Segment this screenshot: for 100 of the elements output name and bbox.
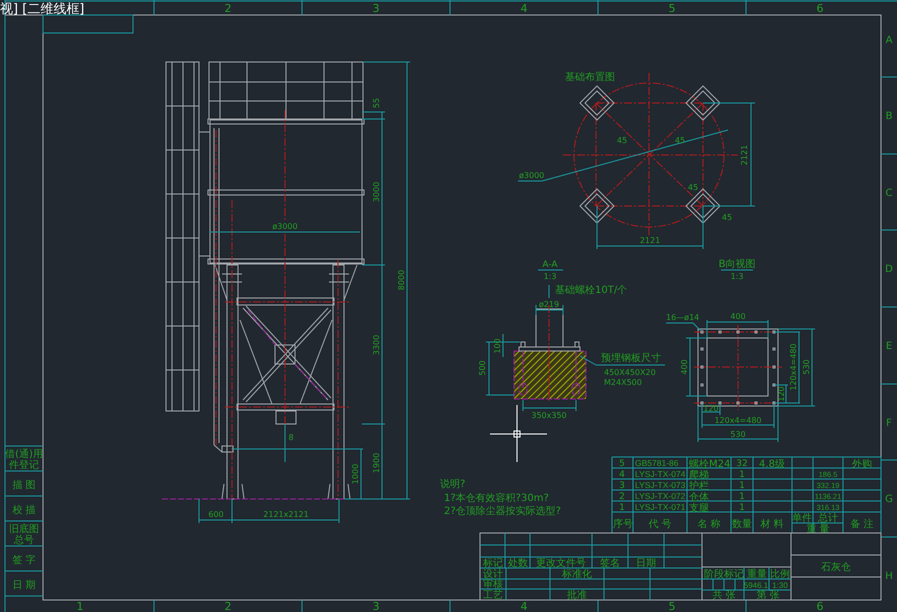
title-block-label: 日期 [636,558,656,569]
drawing-title: 石灰仓 [821,562,851,573]
hole-note: 16—ø14 [666,313,700,322]
table-cell: 爬梯 [689,470,709,481]
dimension-label: 350x350 [531,411,567,420]
scale-value: 1:30 [772,581,788,590]
table-cell: 5 [619,459,625,469]
table-cell: 4.8级 [759,459,785,470]
column-header: 序号 [613,519,633,530]
sign-off-label: 签 字 [12,555,36,566]
zone-letter: H [885,571,893,582]
column-header: 数量 [732,519,752,530]
dimension-label: 100 [493,338,502,354]
title-block-label: 比例 [770,569,790,580]
title-block-label: 共 张 [712,590,736,601]
angle-label: 45 [688,183,698,192]
plate-note: M24X500 [604,378,642,387]
title-block-label: 标记 [483,558,503,569]
dimension-label: 120x4=480 [789,343,798,391]
plate-note: 450X450X20 [604,368,656,377]
table-cell: 1 [739,481,745,491]
zone-number: 6 [816,2,824,15]
scale-label: 1:3 [730,272,744,281]
dimension-label: 120x4=480 [714,416,762,425]
table-cell: LYSJ-TX-072 [635,491,686,501]
view-title: 基础布置图 [565,72,615,83]
zone-number: 6 [816,600,824,612]
dimension-label: 55 [372,98,381,108]
table-cell: 2 [619,492,625,502]
zone-number: 5 [668,2,676,15]
angle-label: 45 [616,136,628,145]
table-cell: 仓体 [689,492,709,503]
column-header: 总计 [818,513,838,524]
dimension-label: 400 [730,312,746,321]
table-cell: 护栏 [689,481,709,492]
note-text: 1?本仓有效容积?30m? [444,493,549,504]
table-cell: 4 [619,470,625,480]
table-cell: LYSJ-TX-073 [635,480,686,490]
table-cell: LYSJ-TX-071 [635,502,686,512]
dimension-label: 120 [703,404,719,413]
zone-number: 1 [76,600,84,612]
table-cell: 32 [736,459,748,469]
sign-off-label: 校 描 [12,505,36,516]
zone-number: 4 [520,2,528,15]
dimension-label: 120 [777,386,786,402]
note-text: 2?仓顶除尘器按实际选型? [444,506,561,517]
title-block-label: 阶段标记 [704,569,744,580]
column-header: 材 料 [760,519,784,530]
scale-label: 1:3 [544,272,556,281]
title-block-label: 标准化 [562,569,592,580]
zone-number: 4 [520,600,528,612]
viewport-label: 视] [二维线框] [0,2,84,17]
zone-number: 2 [224,2,232,15]
dimension-label: 2121 [640,236,660,245]
dimension-label: 2121x2121 [263,510,309,519]
dimension-label: ø3000 [272,222,298,231]
dimension-label: 1000 [351,464,360,484]
angle-label: 45 [674,136,686,145]
dimension-label: 500 [478,360,487,376]
table-cell: 3 [619,481,625,491]
dimension-label: 1900 [372,452,381,474]
dimension-label: ø3000 [519,171,544,180]
title-block-label: 批准 [567,590,587,601]
dimension-label: ø219 [538,300,560,309]
title-block-label: 审核 [483,579,503,590]
table-cell: 1 [739,470,745,480]
dimension-label: 600 [208,510,224,519]
title-block-label: 重量 [747,569,767,580]
table-cell: 螺栓M24 [689,459,730,470]
title-block-label: 处数 [508,558,528,569]
table-cell: 1 [619,503,625,513]
zone-letter: A [886,35,892,46]
table-cell: 1 [739,492,745,502]
title-block-label: 更改文件号 [536,558,586,569]
view-title: A-A [542,260,558,270]
dimension-label: 3000 [372,182,381,202]
sign-off-label: 描 图 [12,480,36,491]
zone-letter: G [885,494,893,505]
table-cell: GB5781-86 [635,458,678,468]
table-cell: LYSJ-TX-074 [635,469,686,479]
column-header: 名 称 [697,519,721,530]
dimension-label: 530 [802,359,811,375]
callout-label: 基础螺栓10T/个 [555,285,628,296]
zone-letter: C [886,188,892,199]
table-cell: 1 [739,503,745,513]
dimension-label: 530 [730,430,746,439]
dimension-label: 400 [680,359,689,375]
dimension-label: 8 [288,433,294,442]
title-block-label: 设计 [483,569,503,580]
sign-off-label: 日 期 [12,580,36,591]
zone-letter: F [886,418,892,429]
dimension-label: 8000 [397,270,406,290]
zone-number: 3 [372,2,380,15]
sign-off-label: 旧底图总号 [9,524,39,546]
table-cell: 支腿 [689,503,709,514]
title-block-label: 工艺 [483,590,503,601]
column-header: 代 号 [648,519,672,530]
zone-letter: E [886,341,892,352]
title-block-label: 签名 [600,558,620,569]
view-title: B向视图 [718,259,756,270]
